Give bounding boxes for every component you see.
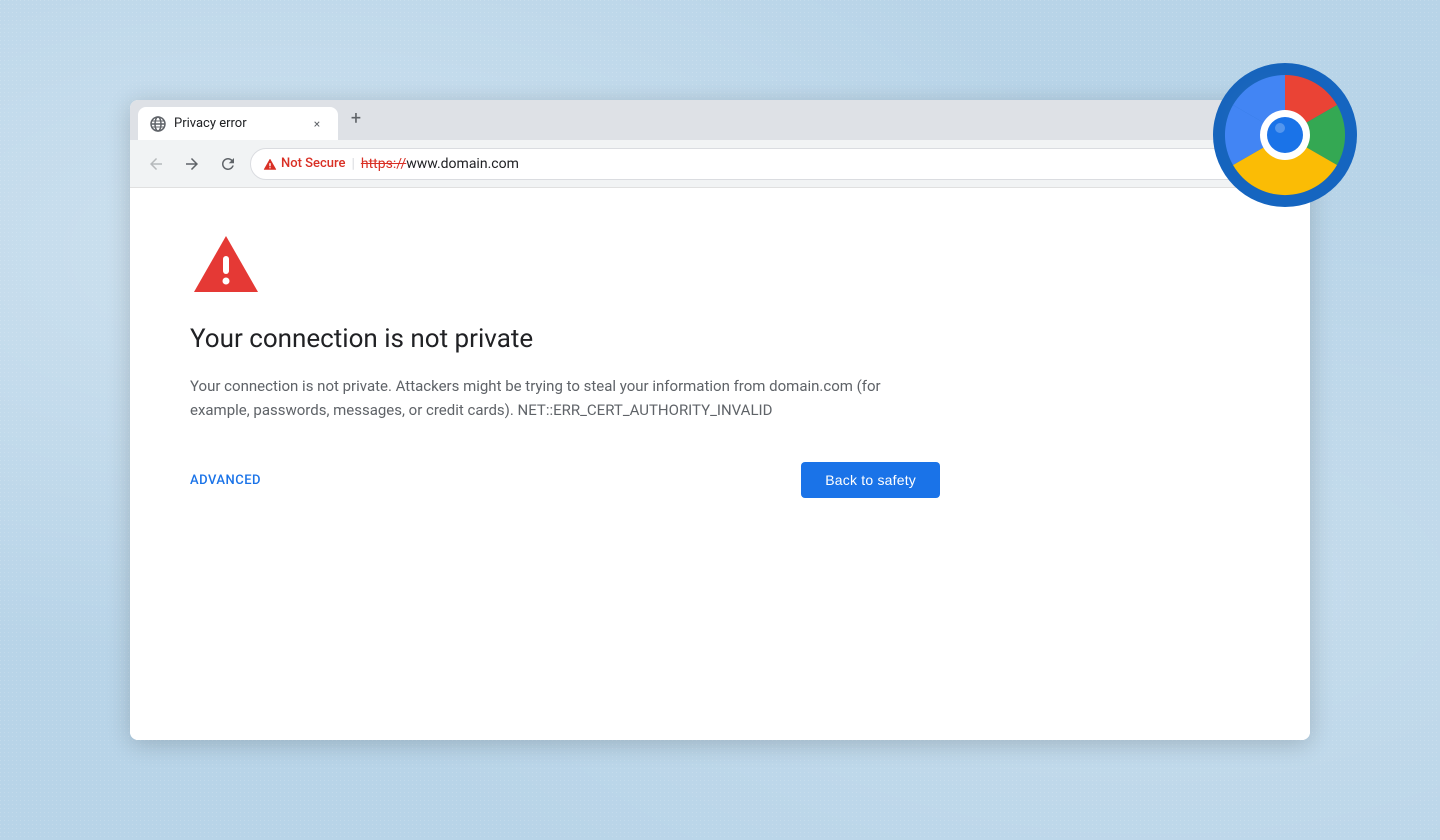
new-tab-button[interactable]: + <box>342 104 370 132</box>
warning-icon <box>263 157 277 171</box>
url-protocol: https:// <box>361 156 406 172</box>
error-icon <box>190 228 940 304</box>
browser-tab[interactable]: Privacy error × <box>138 107 338 140</box>
back-to-safety-button[interactable]: Back to safety <box>801 462 940 498</box>
forward-button[interactable] <box>178 150 206 178</box>
tab-bar: Privacy error × + <box>130 100 1310 140</box>
reload-button[interactable] <box>214 150 242 178</box>
tab-title: Privacy error <box>174 116 300 131</box>
not-secure-text: Not Secure <box>281 156 345 171</box>
address-bar: Not Secure | https://www.domain.com <box>130 140 1310 188</box>
tab-close-button[interactable]: × <box>308 115 326 133</box>
page-content: Your connection is not private Your conn… <box>130 188 1310 740</box>
omnibox-url: https://www.domain.com <box>361 156 1285 172</box>
omnibox-divider: | <box>351 156 354 172</box>
error-actions: ADVANCED Back to safety <box>190 462 940 498</box>
tab-favicon-icon <box>150 116 166 132</box>
browser-window: Privacy error × + Not Secure | <box>130 100 1310 740</box>
back-button[interactable] <box>142 150 170 178</box>
chrome-logo <box>1210 60 1360 210</box>
url-domain: www.domain.com <box>406 156 519 172</box>
error-container: Your connection is not private Your conn… <box>190 228 940 498</box>
chrome-logo-icon <box>1210 60 1360 210</box>
not-secure-badge: Not Secure <box>263 156 345 171</box>
danger-triangle-icon <box>190 228 262 300</box>
advanced-link[interactable]: ADVANCED <box>190 473 261 488</box>
error-description: Your connection is not private. Attacker… <box>190 374 940 422</box>
omnibox[interactable]: Not Secure | https://www.domain.com <box>250 148 1298 180</box>
error-title: Your connection is not private <box>190 324 940 354</box>
